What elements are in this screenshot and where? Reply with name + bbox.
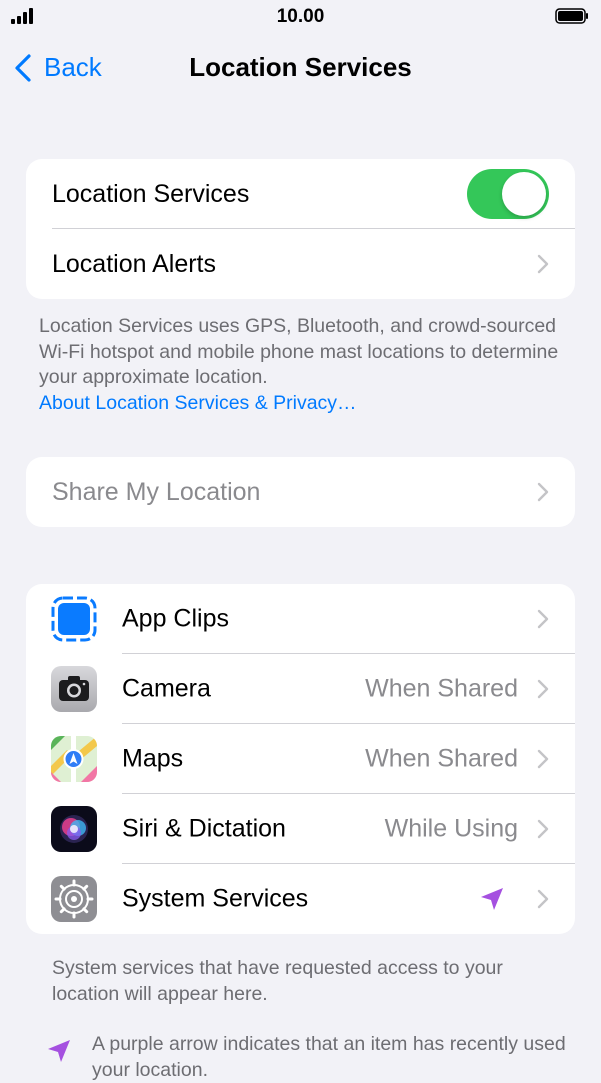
camera-row[interactable]: Camera When Shared xyxy=(26,654,575,724)
purple-arrow-note-text: A purple arrow indicates that an item ha… xyxy=(92,1033,566,1081)
system-services-footnote: System services that have requested acce… xyxy=(52,957,503,1005)
system-services-icon xyxy=(51,876,97,922)
location-services-toggle[interactable] xyxy=(467,169,549,219)
system-services-row[interactable]: System Services xyxy=(26,864,575,934)
location-services-row: Location Services xyxy=(26,159,575,229)
camera-label: Camera xyxy=(122,674,211,703)
siri-dictation-label: Siri & Dictation xyxy=(122,814,286,843)
purple-arrow-note: A purple arrow indicates that an item ha… xyxy=(46,1032,566,1083)
chevron-right-icon xyxy=(537,482,549,502)
location-services-footnote: Location Services uses GPS, Bluetooth, a… xyxy=(39,314,559,416)
location-services-label: Location Services xyxy=(52,179,250,208)
siri-icon xyxy=(51,806,97,852)
maps-icon xyxy=(51,736,97,782)
location-alerts-label: Location Alerts xyxy=(52,249,216,278)
maps-permission-value: When Shared xyxy=(365,744,518,773)
maps-label: Maps xyxy=(122,744,184,773)
apps-list: App Clips Camera When Shared Maps When S… xyxy=(26,584,575,934)
toggle-knob xyxy=(502,172,546,216)
chevron-right-icon xyxy=(537,749,549,769)
about-privacy-link[interactable]: About Location Services & Privacy… xyxy=(39,391,559,417)
app-clips-row[interactable]: App Clips xyxy=(26,584,575,654)
purple-arrow-icon xyxy=(48,1040,70,1062)
camera-permission-value: When Shared xyxy=(365,674,518,703)
chevron-right-icon xyxy=(537,254,549,274)
share-my-location-row[interactable]: Share My Location xyxy=(26,457,575,527)
app-clips-label: App Clips xyxy=(122,604,229,633)
app-clips-icon xyxy=(51,596,97,642)
siri-dictation-row[interactable]: Siri & Dictation While Using xyxy=(26,794,575,864)
footnote-text: Location Services uses GPS, Bluetooth, a… xyxy=(39,315,559,388)
system-services-label: System Services xyxy=(122,884,309,913)
status-bar: 10.00 xyxy=(0,0,601,34)
page-title: Location Services xyxy=(189,52,412,82)
siri-permission-value: While Using xyxy=(384,814,518,843)
location-settings-group: Location Services Location Alerts xyxy=(26,159,575,299)
camera-icon xyxy=(51,666,97,712)
navigation-bar: Back Location Services xyxy=(0,42,601,94)
maps-row[interactable]: Maps When Shared xyxy=(26,724,575,794)
chevron-right-icon xyxy=(537,889,549,909)
share-my-location-label: Share My Location xyxy=(52,477,261,506)
status-time: 10.00 xyxy=(276,6,325,27)
chevron-right-icon xyxy=(537,819,549,839)
chevron-right-icon xyxy=(537,609,549,629)
location-alerts-row[interactable]: Location Alerts xyxy=(26,229,575,299)
share-group: Share My Location xyxy=(26,457,575,527)
battery-icon xyxy=(555,8,588,24)
chevron-right-icon xyxy=(537,679,549,699)
purple-arrow-icon xyxy=(481,888,503,910)
